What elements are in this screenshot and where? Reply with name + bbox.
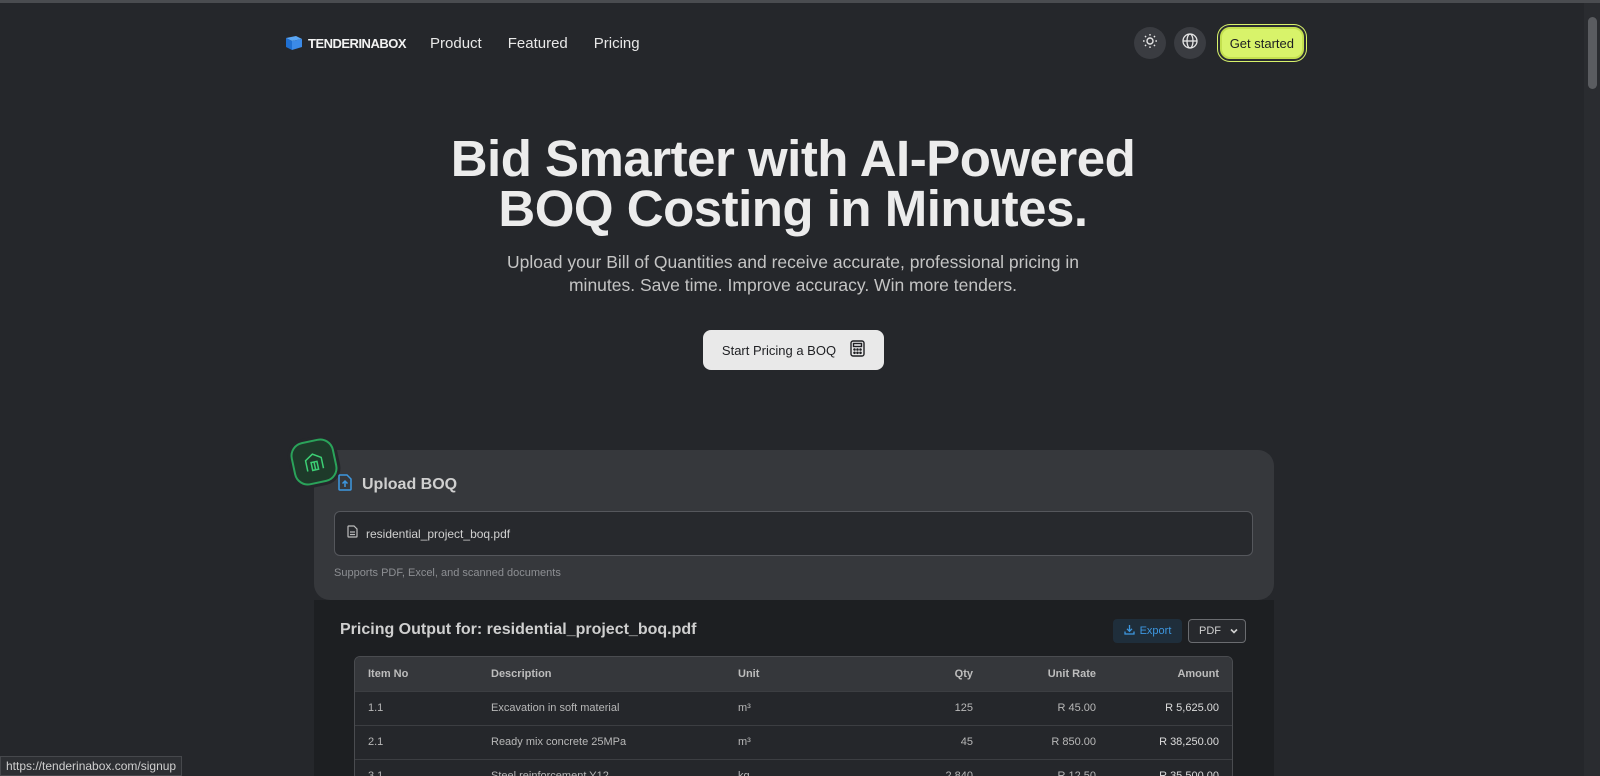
column-header-unit-rate: Unit Rate <box>1047 667 1096 680</box>
cell-amount: R 35,500.00 <box>1109 758 1232 776</box>
calculator-icon <box>850 340 865 360</box>
cell-qty: 2,840 <box>865 758 986 776</box>
table-header-row: Item No Description Unit Qty Unit Rate A… <box>355 657 1232 691</box>
hero-subtitle-line-2: minutes. Save time. Improve accuracy. Wi… <box>568 275 1018 295</box>
cell-item-no: 3.1 <box>355 758 478 776</box>
pricing-table: Item No Description Unit Qty Unit Rate A… <box>354 656 1233 776</box>
nav-link-product[interactable]: Product <box>430 35 482 52</box>
table-row: 2.1 Ready mix concrete 25MPa m³ 45 R 850… <box>355 724 1232 759</box>
cell-item-no: 1.1 <box>355 690 478 725</box>
cell-unit-rate: R 850.00 <box>986 724 1109 759</box>
cell-qty: 125 <box>865 690 986 725</box>
top-navigation: TENDERINABOX Product Featured Pricing Ge… <box>286 26 1304 60</box>
table-row: 1.1 Excavation in soft material m³ 125 R… <box>355 690 1232 725</box>
column-header-qty: Qty <box>954 667 973 680</box>
column-header-unit: Unit <box>738 667 760 680</box>
document-icon <box>347 524 358 543</box>
table-row: 3.1 Steel reinforcement Y12 kg 2,840 R 1… <box>355 758 1232 776</box>
export-button[interactable]: Export <box>1113 619 1182 643</box>
get-started-button[interactable]: Get started <box>1219 27 1304 59</box>
cell-unit: m³ <box>725 690 865 725</box>
cell-description: Excavation in soft material <box>478 690 725 725</box>
hero-title-line-1: Bid Smarter with AI-Powered <box>450 130 1136 187</box>
nav-link-pricing[interactable]: Pricing <box>594 35 640 52</box>
export-format-value: PDF <box>1199 625 1221 637</box>
page-scrollbar[interactable] <box>1584 3 1600 776</box>
file-upload-icon <box>338 474 352 496</box>
hero-subtitle-line-1: Upload your Bill of Quantities and recei… <box>507 252 1079 272</box>
pricing-output-title: Pricing Output for: residential_project_… <box>340 621 697 638</box>
hero-title: Bid Smarter with AI-Powered BOQ Costing … <box>0 133 1586 237</box>
export-label: Export <box>1139 625 1172 637</box>
column-header-item-no: Item No <box>368 667 409 680</box>
theme-toggle-button[interactable] <box>1133 27 1166 59</box>
supported-formats-note: Supports PDF, Excel, and scanned documen… <box>334 567 561 579</box>
download-icon <box>1123 624 1135 638</box>
export-format-select[interactable]: PDF <box>1188 619 1246 643</box>
hero-subtitle: Upload your Bill of Quantities and recei… <box>0 251 1586 297</box>
start-pricing-button[interactable]: Start Pricing a BOQ <box>703 330 884 370</box>
chevron-down-icon <box>1229 626 1239 639</box>
hero-title-line-2: BOQ Costing in Minutes. <box>498 180 1088 237</box>
cell-qty: 45 <box>865 724 986 759</box>
link-preview-status-bar: https://tenderinabox.com/signup <box>0 756 183 776</box>
upload-title: Upload BOQ <box>362 476 458 493</box>
cell-item-no: 2.1 <box>355 724 478 759</box>
file-input[interactable]: residential_project_boq.pdf <box>334 511 1253 556</box>
cell-unit-rate: R 12.50 <box>986 758 1109 776</box>
column-header-description: Description <box>491 667 552 680</box>
upload-header: Upload BOQ <box>338 474 457 496</box>
nav-link-featured[interactable]: Featured <box>508 35 568 52</box>
globe-icon <box>1181 32 1199 55</box>
cell-description: Steel reinforcement Y12 <box>478 758 725 776</box>
cell-description: Ready mix concrete 25MPa <box>478 724 725 759</box>
column-header-amount: Amount <box>1177 667 1219 680</box>
selected-file-name: residential_project_boq.pdf <box>366 526 511 541</box>
cell-unit-rate: R 45.00 <box>986 690 1109 725</box>
cell-unit: kg <box>725 758 865 776</box>
sun-icon <box>1142 33 1158 54</box>
cell-amount: R 5,625.00 <box>1109 690 1232 725</box>
cell-unit: m³ <box>725 724 865 759</box>
window-top-border <box>0 0 1600 3</box>
start-pricing-label: Start Pricing a BOQ <box>721 342 837 358</box>
language-button[interactable] <box>1173 27 1206 59</box>
box-logo-icon <box>286 36 302 50</box>
cell-amount: R 38,250.00 <box>1109 724 1232 759</box>
scrollbar-thumb[interactable] <box>1588 17 1597 89</box>
brand-name: TENDERINABOX <box>308 35 407 51</box>
brand-logo[interactable]: TENDERINABOX <box>286 35 407 51</box>
